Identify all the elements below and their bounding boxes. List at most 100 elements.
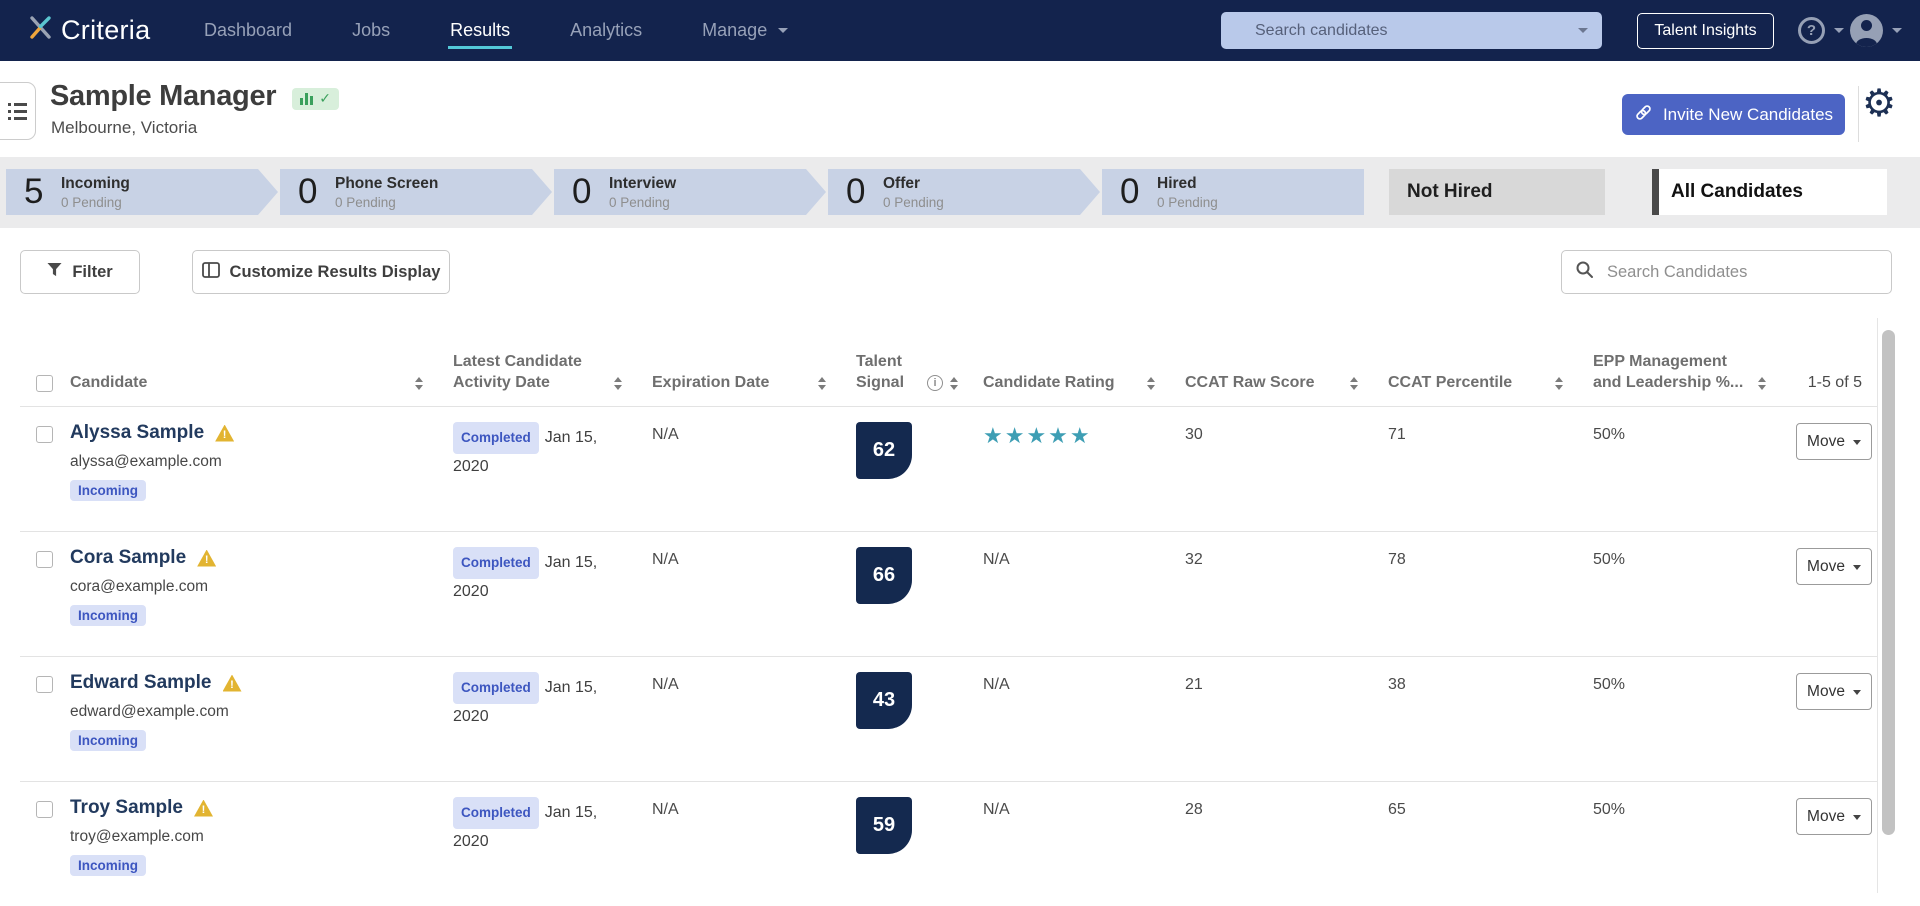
- candidate-name[interactable]: Edward Sample: [70, 672, 212, 694]
- row-checkbox[interactable]: [36, 676, 53, 693]
- ccat-percentile: 78: [1388, 551, 1406, 568]
- column-talent-signal: Talent Signal i: [856, 351, 983, 393]
- nav-item-analytics[interactable]: Analytics: [540, 0, 672, 61]
- sort-icon[interactable]: [1758, 377, 1766, 390]
- column-expiration-date: Expiration Date: [652, 372, 856, 393]
- chevron-down-icon: [1892, 28, 1902, 38]
- candidate-name[interactable]: Alyssa Sample: [70, 422, 204, 444]
- global-search-input[interactable]: Search candidates: [1221, 12, 1602, 49]
- chevron-down-icon: [1852, 439, 1861, 449]
- stage-not-hired[interactable]: Not Hired: [1389, 169, 1605, 215]
- column-epp-management: EPP Management and Leadership %...: [1593, 351, 1796, 393]
- stage-label: Phone Screen: [335, 174, 439, 192]
- page-title: Sample Manager: [50, 80, 277, 112]
- criteria-logo[interactable]: Criteria: [26, 14, 150, 46]
- pipeline-band: 5 Incoming 0 Pending 0 Phone Screen 0 Pe…: [0, 157, 1920, 228]
- bar-chart-icon: [300, 92, 314, 105]
- row-checkbox[interactable]: [36, 551, 53, 568]
- stage-count: 5: [24, 172, 44, 211]
- job-location: Melbourne, Victoria: [51, 118, 198, 137]
- stage-offer[interactable]: 0 Offer 0 Pending: [828, 169, 1100, 215]
- nav-item-manage[interactable]: Manage: [672, 0, 816, 61]
- row-checkbox[interactable]: [36, 426, 53, 443]
- candidate-email: edward@example.com: [70, 703, 229, 720]
- table-row: Edward Sample edward@example.com Incomin…: [20, 656, 1877, 781]
- row-checkbox[interactable]: [36, 801, 53, 818]
- stage-badge: Incoming: [70, 855, 146, 876]
- ccat-raw-score: 32: [1185, 551, 1203, 568]
- move-button[interactable]: Move: [1796, 423, 1872, 460]
- talent-signal-score[interactable]: 43: [856, 672, 912, 729]
- customize-results-display-button[interactable]: Customize Results Display: [192, 250, 450, 294]
- stage-count: 0: [572, 172, 592, 211]
- nav-item-dashboard[interactable]: Dashboard: [174, 0, 322, 61]
- gear-icon[interactable]: ⚙: [1862, 84, 1896, 122]
- account-menu[interactable]: [1850, 14, 1902, 47]
- search-candidates-input[interactable]: [1605, 261, 1878, 283]
- sort-icon[interactable]: [1555, 377, 1563, 390]
- stage-badge: Incoming: [70, 605, 146, 626]
- table-row: Cora Sample cora@example.com Incoming Co…: [20, 531, 1877, 656]
- candidate-email: alyssa@example.com: [70, 453, 222, 470]
- stage-pending: 0 Pending: [1157, 194, 1218, 210]
- main-nav: Dashboard Jobs Results Analytics Manage: [174, 0, 816, 61]
- job-list-toggle-button[interactable]: [0, 82, 36, 140]
- help-menu[interactable]: ?: [1798, 17, 1844, 44]
- sort-icon[interactable]: [614, 377, 622, 390]
- expiration-date: N/A: [652, 801, 679, 818]
- chevron-down-icon: [1852, 689, 1861, 699]
- ccat-raw-score: 21: [1185, 676, 1203, 693]
- info-icon[interactable]: i: [927, 375, 943, 391]
- sort-icon[interactable]: [415, 377, 423, 390]
- sort-icon[interactable]: [818, 377, 826, 390]
- stage-hired[interactable]: 0 Hired 0 Pending: [1102, 169, 1364, 215]
- list-icon: [8, 103, 27, 124]
- sort-icon[interactable]: [950, 377, 958, 390]
- stage-interview[interactable]: 0 Interview 0 Pending: [554, 169, 826, 215]
- stage-pending: 0 Pending: [335, 194, 396, 210]
- stage-count: 0: [1120, 172, 1140, 211]
- star-rating[interactable]: ★★★★★: [983, 424, 1092, 448]
- talent-signal-score[interactable]: 59: [856, 797, 912, 854]
- stage-all-candidates[interactable]: All Candidates: [1652, 169, 1887, 215]
- ccat-raw-score: 28: [1185, 801, 1203, 818]
- talent-signal-score[interactable]: 66: [856, 547, 912, 604]
- stage-badge: Incoming: [70, 730, 146, 751]
- chevron-down-icon: [1834, 28, 1844, 38]
- check-icon: ✓: [319, 90, 332, 106]
- columns-icon: [201, 261, 220, 283]
- status-badge: Completed: [453, 547, 539, 579]
- epp-score: 50%: [1593, 426, 1626, 443]
- vertical-scrollbar[interactable]: [1882, 330, 1895, 835]
- chevron-down-icon: [778, 28, 789, 38]
- ccat-raw-score: 30: [1185, 426, 1203, 443]
- move-button[interactable]: Move: [1796, 673, 1872, 710]
- nav-item-results[interactable]: Results: [420, 0, 540, 61]
- nav-item-jobs[interactable]: Jobs: [322, 0, 420, 61]
- invite-new-candidates-button[interactable]: Invite New Candidates: [1622, 94, 1845, 135]
- candidate-rating: N/A: [983, 676, 1010, 693]
- candidate-name[interactable]: Cora Sample: [70, 547, 186, 569]
- move-button[interactable]: Move: [1796, 798, 1872, 835]
- stage-label: Interview: [609, 174, 677, 192]
- sort-icon[interactable]: [1350, 377, 1358, 390]
- move-button[interactable]: Move: [1796, 548, 1872, 585]
- chevron-down-icon: [1852, 814, 1861, 824]
- warning-icon: [194, 799, 213, 817]
- sort-icon[interactable]: [1147, 377, 1155, 390]
- column-ccat-percentile: CCAT Percentile: [1388, 372, 1593, 393]
- warning-icon: [222, 674, 242, 692]
- expiration-date: N/A: [652, 426, 679, 443]
- stage-incoming[interactable]: 5 Incoming 0 Pending: [6, 169, 278, 215]
- filter-button[interactable]: Filter: [20, 250, 140, 294]
- talent-insights-button[interactable]: Talent Insights: [1637, 13, 1774, 49]
- status-badge: Completed: [453, 797, 539, 829]
- select-all-checkbox[interactable]: [36, 375, 53, 392]
- stage-phone-screen[interactable]: 0 Phone Screen 0 Pending: [280, 169, 552, 215]
- divider: [1858, 86, 1859, 142]
- stage-pending: 0 Pending: [883, 194, 944, 210]
- column-ccat-raw-score: CCAT Raw Score: [1185, 372, 1388, 393]
- candidate-name[interactable]: Troy Sample: [70, 797, 183, 819]
- job-active-badge: ✓: [292, 87, 340, 110]
- talent-signal-score[interactable]: 62: [856, 422, 912, 479]
